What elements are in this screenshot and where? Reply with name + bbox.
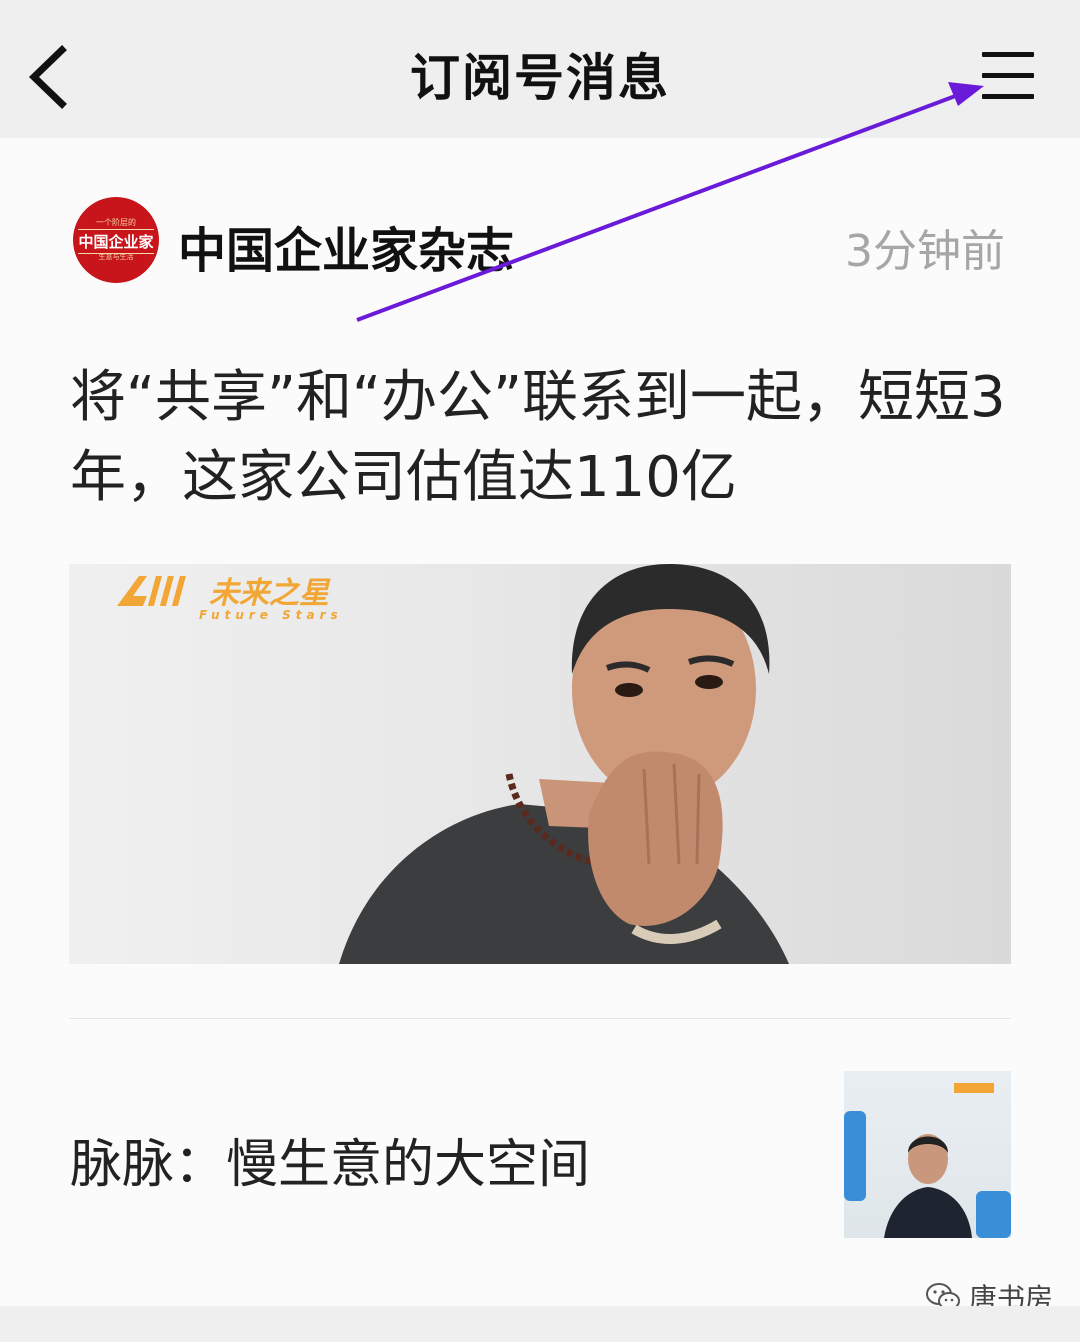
article-cover-image[interactable]: 未来之星 Future Stars bbox=[69, 564, 1011, 964]
publisher-name[interactable]: 中国企业家杂志 bbox=[178, 211, 514, 281]
page-title: 订阅号消息 bbox=[410, 49, 670, 107]
sub-article-title[interactable]: 脉脉：慢生意的大空间 bbox=[70, 1122, 590, 1197]
avatar-tagline: 一个阶层的 bbox=[96, 218, 136, 227]
person-photo bbox=[339, 564, 789, 964]
avatar-slogan: 生意与生活 bbox=[98, 253, 134, 261]
article-headline[interactable]: 将“共享”和“办公”联系到一起，短短3年，这家公司估值达110亿 bbox=[70, 358, 1010, 518]
sub-article-thumbnail[interactable] bbox=[844, 1071, 1011, 1238]
subscription-messages-screen: 订阅号消息 一个阶层的 中国企业家 生意与生活 中国企业家杂志 3分钟前 将“共… bbox=[0, 0, 1080, 1342]
navigation-bar: 订阅号消息 bbox=[0, 0, 1080, 138]
message-time: 3分钟前 bbox=[845, 226, 1005, 277]
person-photo-thumbnail bbox=[844, 1083, 1011, 1238]
bottom-strip bbox=[0, 1306, 1080, 1342]
avatar-brand: 中国企业家 bbox=[78, 229, 154, 254]
divider bbox=[69, 1018, 1011, 1019]
publisher-avatar[interactable]: 一个阶层的 中国企业家 生意与生活 bbox=[73, 197, 159, 283]
menu-button[interactable] bbox=[974, 48, 1042, 104]
